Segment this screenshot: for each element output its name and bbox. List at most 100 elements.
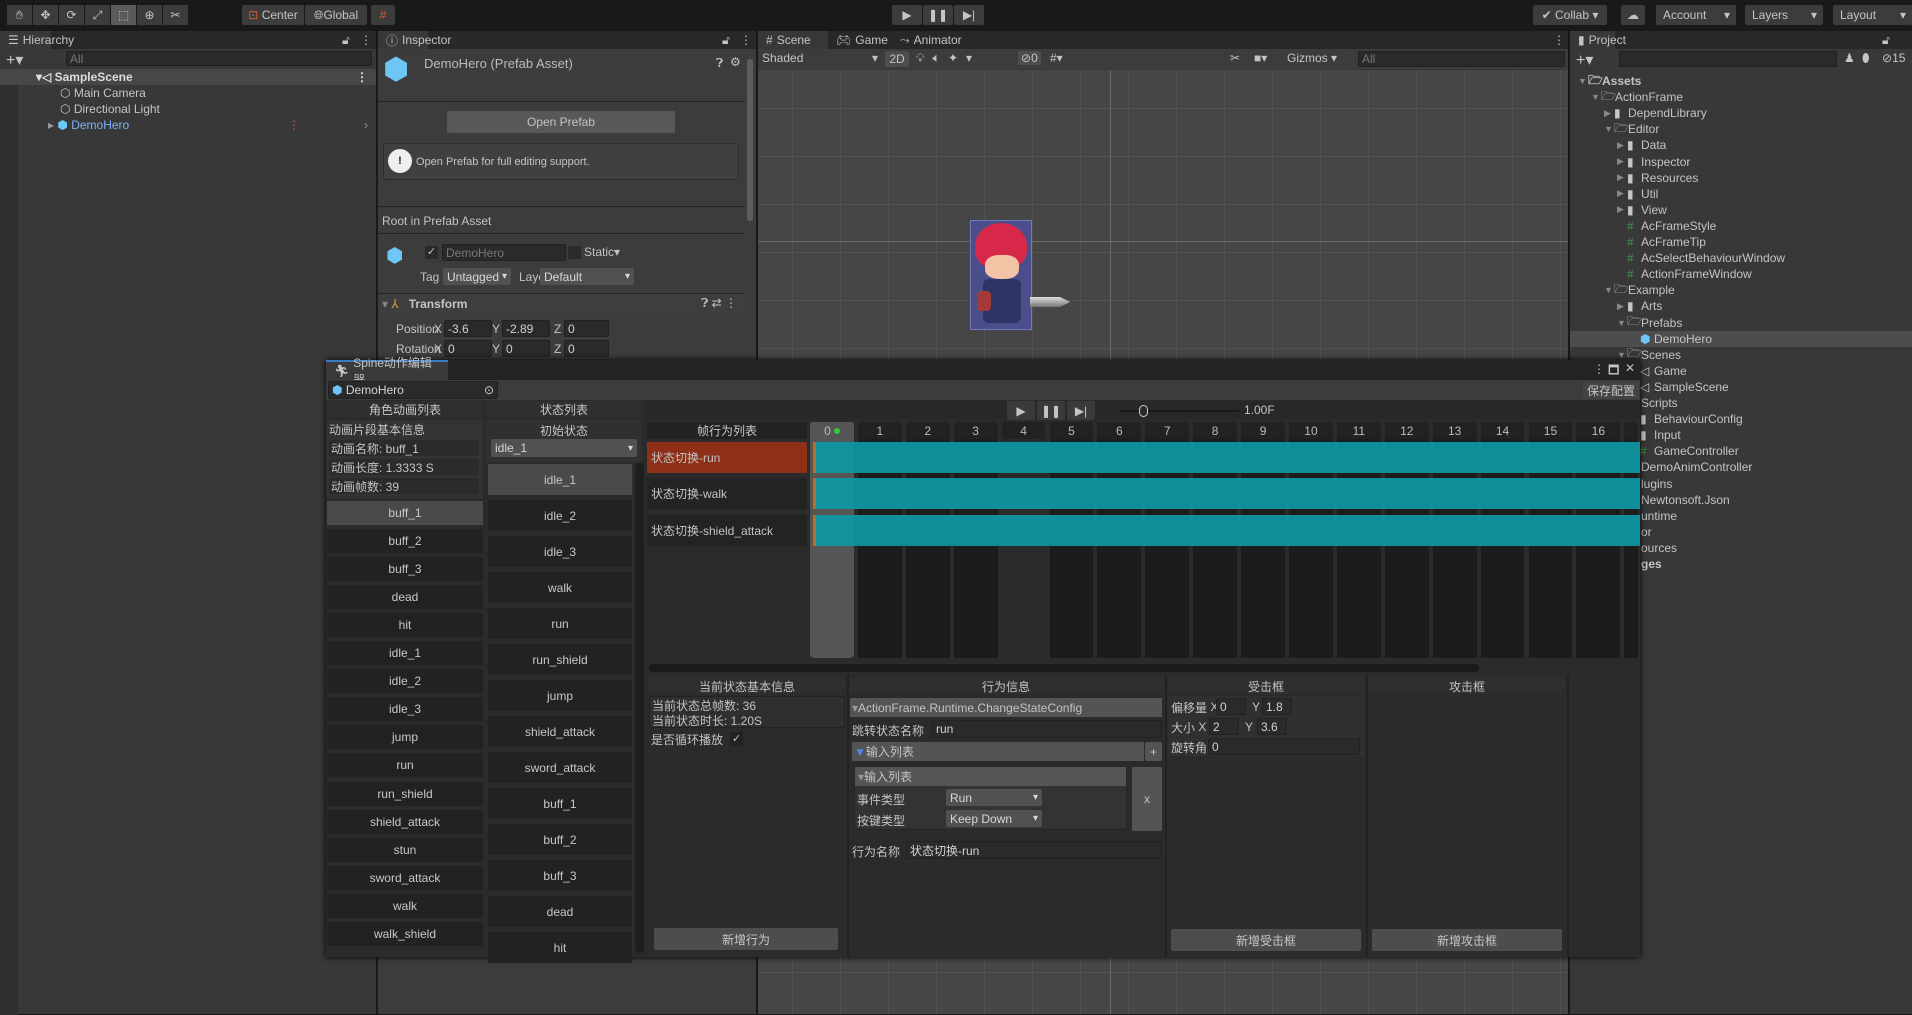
lock-icon[interactable]: 🔓︎ bbox=[342, 33, 350, 48]
state-item[interactable]: shield_attack bbox=[488, 716, 632, 747]
effects-icon[interactable]: ✦▾ bbox=[948, 51, 980, 65]
project-item[interactable]: ▶ ▮ Data bbox=[1570, 137, 1912, 153]
frame-header[interactable] bbox=[1624, 422, 1639, 439]
inspector-scrollbar[interactable] bbox=[747, 59, 753, 221]
frame-header[interactable]: 16 bbox=[1576, 422, 1621, 439]
animation-item[interactable]: stun bbox=[327, 837, 483, 862]
tab-animator[interactable]: ⤳ Animator bbox=[892, 31, 972, 49]
add-button[interactable]: +▾ bbox=[1576, 50, 1593, 70]
project-search-input[interactable] bbox=[1619, 51, 1837, 67]
animation-item[interactable]: buff_1 bbox=[327, 501, 483, 525]
tab-spine-editor[interactable]: 🏃︎Spine动作编辑器 bbox=[326, 356, 448, 387]
frame-header[interactable]: 15 bbox=[1528, 422, 1573, 439]
step-button[interactable]: ▶| bbox=[954, 5, 984, 25]
timeline-next-frame-button[interactable]: ▶| bbox=[1067, 401, 1095, 420]
event-type-dropdown[interactable]: Run bbox=[946, 789, 1042, 806]
lock-icon[interactable]: 🔓︎ bbox=[1882, 33, 1890, 48]
expand-chevron-icon[interactable]: › bbox=[364, 118, 368, 132]
frame-header[interactable]: 14 bbox=[1480, 422, 1525, 439]
config-foldout[interactable]: ▾ ActionFrame.Runtime.ChangeStateConfig bbox=[850, 698, 1162, 717]
hierarchy-item-main-camera[interactable]: ⬡ Main Camera bbox=[60, 85, 146, 101]
save-config-button[interactable]: 保存配置 bbox=[1583, 381, 1639, 399]
scale-tool-button[interactable]: ⤢ bbox=[85, 5, 110, 25]
scene-row[interactable]: ▾ ◁ SampleScene ⋮ bbox=[0, 69, 376, 85]
frame-header[interactable]: 1 bbox=[857, 422, 902, 439]
state-item[interactable]: run bbox=[488, 608, 632, 639]
project-item[interactable]: ▼ 🗁︎ ActionFrame bbox=[1570, 89, 1912, 105]
animation-item[interactable]: sword_attack bbox=[327, 865, 483, 890]
add-input-button[interactable]: + bbox=[1145, 742, 1162, 761]
animation-item[interactable]: shield_attack bbox=[327, 809, 483, 834]
timeline-pause-button[interactable]: ❚❚ bbox=[1037, 401, 1065, 420]
add-behavior-button[interactable]: 新增行为 bbox=[654, 928, 838, 950]
expand-arrow-icon[interactable]: ▶ bbox=[1617, 301, 1627, 312]
frame-header[interactable]: 0 bbox=[810, 422, 854, 439]
move-tool-button[interactable]: ✥ bbox=[33, 5, 58, 25]
expand-arrow-icon[interactable]: ▼ bbox=[1604, 124, 1614, 134]
behavior-timeline-bar[interactable] bbox=[813, 478, 1640, 510]
project-item[interactable]: ▼ 🗁︎ Prefabs bbox=[1570, 314, 1912, 331]
offset-x-field[interactable]: 0 bbox=[1216, 698, 1246, 715]
frame-header[interactable]: 8 bbox=[1193, 422, 1238, 439]
tab-project[interactable]: ▮ Project bbox=[1570, 31, 1626, 49]
maximize-icon[interactable]: 🗖︎ bbox=[1608, 361, 1619, 382]
custom-tool-tool-button[interactable]: ✂ bbox=[163, 5, 188, 25]
state-item[interactable]: sword_attack bbox=[488, 752, 632, 783]
state-item[interactable]: jump bbox=[488, 680, 632, 711]
rotation-y-field[interactable]: 0 bbox=[502, 340, 550, 357]
frame-header[interactable]: 11 bbox=[1336, 422, 1381, 439]
expand-arrow-icon[interactable]: ▼ bbox=[1604, 285, 1614, 295]
key-type-dropdown[interactable]: Keep Down bbox=[946, 810, 1042, 827]
frame-header[interactable]: 7 bbox=[1145, 422, 1190, 439]
behavior-item[interactable]: 状态切换-run bbox=[647, 442, 807, 473]
project-item[interactable]: ▼ 🗁︎ Example bbox=[1570, 282, 1912, 298]
state-item[interactable]: walk bbox=[488, 572, 632, 603]
rotate-tool-button[interactable]: ⟳ bbox=[59, 5, 84, 25]
frame-header[interactable]: 9 bbox=[1241, 422, 1285, 439]
tab-scene[interactable]: # Scene bbox=[758, 31, 828, 49]
static-dropdown[interactable]: Static▾ bbox=[584, 245, 620, 259]
rotation-field[interactable]: 0 bbox=[1208, 738, 1360, 755]
pivot-global-button[interactable]: 🌐︎ Global bbox=[305, 5, 367, 25]
hierarchy-search-input[interactable] bbox=[66, 51, 372, 66]
expand-arrow-icon[interactable]: ▶ bbox=[1617, 188, 1627, 199]
animation-item[interactable]: hit bbox=[327, 613, 483, 638]
frame-header[interactable]: 3 bbox=[953, 422, 998, 439]
tab-inspector[interactable]: ⓘ Inspector bbox=[378, 31, 451, 49]
shading-dropdown[interactable]: Shaded ▾ bbox=[762, 51, 882, 67]
camera-dropdown[interactable]: ■▾ bbox=[1254, 51, 1267, 65]
frame-header[interactable]: 5 bbox=[1049, 422, 1094, 439]
project-item[interactable]: ⬢ DemoHero bbox=[1570, 330, 1912, 347]
object-picker-icon[interactable]: ⊙ bbox=[484, 383, 494, 397]
loop-checkbox[interactable]: ✓ bbox=[730, 732, 743, 746]
behavior-item[interactable]: 状态切换-shield_attack bbox=[647, 514, 807, 546]
animation-item[interactable]: idle_3 bbox=[327, 697, 483, 722]
play-button[interactable]: ▶ bbox=[892, 5, 922, 25]
animation-item[interactable]: walk bbox=[327, 893, 483, 918]
expand-arrow-icon[interactable]: ▶ bbox=[1617, 204, 1627, 215]
state-list-scrollbar[interactable] bbox=[635, 463, 644, 953]
state-item[interactable]: buff_2 bbox=[488, 824, 632, 855]
settings-icon[interactable]: ⚙ bbox=[730, 55, 741, 69]
gizmos-dropdown[interactable]: Gizmos ▾ bbox=[1287, 51, 1337, 65]
animation-item[interactable]: dead bbox=[327, 585, 483, 610]
state-item[interactable]: buff_1 bbox=[488, 788, 632, 819]
grid-snap-button[interactable]: # bbox=[371, 5, 395, 25]
slider-thumb[interactable] bbox=[1139, 405, 1148, 417]
state-item[interactable]: idle_2 bbox=[488, 500, 632, 531]
grid-toggle[interactable]: #▾ bbox=[1050, 51, 1063, 65]
expand-arrow-icon[interactable]: ▼ bbox=[1591, 92, 1601, 102]
state-item[interactable]: dead bbox=[488, 896, 632, 927]
pause-button[interactable]: ❚❚ bbox=[923, 5, 953, 25]
speed-slider[interactable] bbox=[1119, 405, 1239, 417]
add-attack-box-button[interactable]: 新增攻击框 bbox=[1372, 929, 1562, 951]
frame-header[interactable]: 13 bbox=[1432, 422, 1477, 439]
audio-icon[interactable]: 🔈︎ bbox=[932, 51, 948, 65]
light-icon[interactable]: 💡︎ bbox=[916, 51, 932, 65]
animation-item[interactable]: idle_2 bbox=[327, 669, 483, 694]
project-item[interactable]: ▶ ▮ Arts bbox=[1570, 298, 1912, 314]
layout-dropdown[interactable]: Layout ▾ bbox=[1833, 5, 1912, 25]
tools-icon[interactable]: ✂ bbox=[1230, 51, 1240, 65]
initial-state-dropdown[interactable]: idle_1 bbox=[491, 439, 637, 457]
scene-search-input[interactable] bbox=[1358, 51, 1565, 67]
